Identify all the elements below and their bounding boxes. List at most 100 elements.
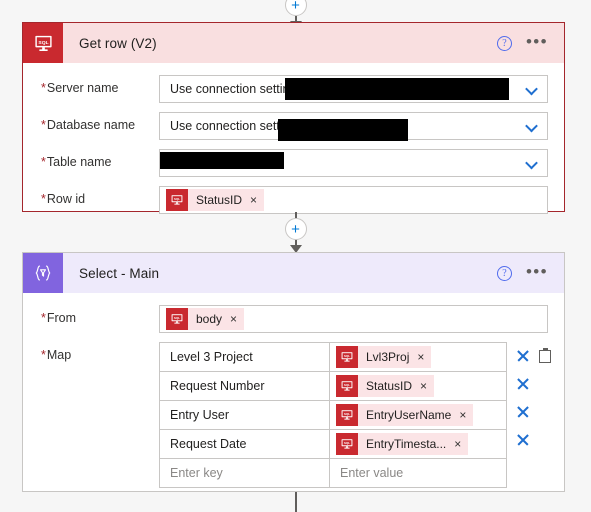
- connector-bottom: [0, 492, 591, 512]
- dynamic-content-token[interactable]: SQL EntryTimesta... ×: [336, 433, 469, 455]
- sql-token-icon: SQL: [166, 189, 188, 211]
- redaction-bar-server-name: [285, 78, 509, 100]
- sql-token-icon: SQL: [336, 375, 358, 397]
- token-label: Lvl3Proj: [366, 350, 410, 364]
- new-value-input[interactable]: Enter value: [330, 459, 506, 487]
- token-remove-icon[interactable]: ×: [420, 380, 427, 392]
- card-body-get-row-v2: *Server name Use connection setting *Dat…: [23, 63, 564, 214]
- add-step-button-middle[interactable]: +: [284, 218, 307, 240]
- required-asterisk: *: [41, 118, 46, 132]
- delete-row-icon[interactable]: [516, 433, 530, 447]
- delete-row-icon[interactable]: [516, 349, 530, 363]
- field-label-table-name: *Table name: [41, 155, 112, 169]
- map-row-actions: [516, 342, 551, 370]
- dynamic-content-token[interactable]: SQL StatusID ×: [336, 375, 435, 397]
- map-area: Level 3 Project SQL Lvl3Proj × Request N…: [159, 342, 551, 488]
- field-map: *Map Level 3 Project SQL Lvl3Proj × Requ…: [41, 342, 551, 488]
- svg-text:SQL: SQL: [344, 441, 350, 445]
- map-row[interactable]: Request Number SQL StatusID ×: [160, 372, 506, 401]
- svg-text:SQL: SQL: [344, 354, 350, 358]
- action-card-get-row-v2[interactable]: SQL Get row (V2) ? ••• *Server name Use …: [22, 22, 565, 214]
- token-remove-icon[interactable]: ×: [250, 194, 257, 206]
- dynamic-content-token[interactable]: SQL StatusID ×: [166, 189, 265, 211]
- field-control-table-name: [159, 149, 548, 177]
- field-control-database-name: Use connection settin: [159, 112, 548, 141]
- map-value-cell[interactable]: SQL EntryTimesta... ×: [330, 430, 506, 458]
- map-row-actions: [516, 426, 551, 454]
- add-step-button-top[interactable]: +: [284, 0, 307, 16]
- field-table-name: *Table name: [41, 149, 548, 177]
- svg-text:SQL: SQL: [174, 197, 180, 201]
- select-action-icon: [23, 253, 63, 293]
- dynamic-content-token[interactable]: SQL body ×: [166, 308, 245, 330]
- row-id-input[interactable]: SQL StatusID ×: [159, 186, 548, 214]
- plus-icon: +: [291, 220, 300, 238]
- card-header-select-main[interactable]: Select - Main ? •••: [23, 253, 564, 293]
- dynamic-content-token[interactable]: SQL EntryUserName ×: [336, 404, 474, 426]
- map-value-cell[interactable]: SQL StatusID ×: [330, 372, 506, 400]
- field-control-from: SQL body ×: [159, 305, 548, 333]
- sql-token-icon: SQL: [336, 433, 358, 455]
- from-input[interactable]: SQL body ×: [159, 305, 548, 333]
- new-key-input[interactable]: Enter key: [160, 459, 330, 487]
- required-asterisk: *: [41, 81, 46, 95]
- action-card-select-main[interactable]: Select - Main ? ••• *From SQL body × *Ma…: [22, 252, 565, 492]
- field-server-name: *Server name Use connection setting: [41, 75, 548, 103]
- sql-token-icon: SQL: [166, 308, 188, 330]
- field-control-server-name: Use connection setting: [159, 75, 548, 103]
- map-key-cell[interactable]: Request Number: [160, 372, 330, 400]
- map-row[interactable]: Entry User SQL EntryUserName ×: [160, 401, 506, 430]
- dynamic-content-token[interactable]: SQL Lvl3Proj ×: [336, 346, 432, 368]
- field-label-server-name: *Server name: [41, 81, 119, 95]
- token-remove-icon[interactable]: ×: [454, 438, 461, 450]
- drag-handle-icon[interactable]: [539, 347, 551, 363]
- chevron-down-icon: [527, 158, 538, 169]
- token-label: EntryTimesta...: [366, 437, 447, 451]
- ellipsis-menu-icon[interactable]: •••: [526, 33, 548, 50]
- card-title-get-row-v2: Get row (V2): [79, 35, 157, 51]
- plus-icon: +: [291, 0, 300, 14]
- map-key-cell[interactable]: Request Date: [160, 430, 330, 458]
- token-label: body: [196, 312, 223, 326]
- map-row-actions: [516, 370, 551, 398]
- map-row[interactable]: Request Date SQL EntryTimesta... ×: [160, 430, 506, 459]
- map-row-new[interactable]: Enter key Enter value: [160, 459, 506, 488]
- card-body-select-main: *From SQL body × *Map Level 3 Project SQ…: [23, 293, 564, 488]
- ellipsis-menu-icon[interactable]: •••: [526, 263, 548, 280]
- token-remove-icon[interactable]: ×: [459, 409, 466, 421]
- map-row[interactable]: Level 3 Project SQL Lvl3Proj ×: [160, 343, 506, 372]
- map-value-cell[interactable]: SQL EntryUserName ×: [330, 401, 506, 429]
- help-icon[interactable]: ?: [496, 265, 512, 281]
- sql-token-icon: SQL: [336, 346, 358, 368]
- token-label: StatusID: [196, 193, 243, 207]
- required-asterisk: *: [41, 311, 46, 325]
- connector-line: [294, 492, 297, 512]
- help-icon[interactable]: ?: [496, 35, 512, 51]
- token-remove-icon[interactable]: ×: [230, 313, 237, 325]
- map-value-cell[interactable]: SQL Lvl3Proj ×: [330, 343, 506, 371]
- map-key-cell[interactable]: Level 3 Project: [160, 343, 330, 371]
- field-from: *From SQL body ×: [41, 305, 548, 333]
- field-label-database-name: *Database name: [41, 118, 136, 132]
- map-key-cell[interactable]: Entry User: [160, 401, 330, 429]
- chevron-down-icon: [527, 121, 538, 132]
- delete-row-icon[interactable]: [516, 405, 530, 419]
- svg-text:SQL: SQL: [174, 316, 180, 320]
- delete-row-icon[interactable]: [516, 377, 530, 391]
- map-table: Level 3 Project SQL Lvl3Proj × Request N…: [159, 342, 507, 488]
- field-database-name: *Database name Use connection settin: [41, 112, 548, 141]
- card-header-get-row-v2[interactable]: SQL Get row (V2) ? •••: [23, 23, 564, 63]
- token-label: StatusID: [366, 379, 413, 393]
- map-row-actions: [516, 398, 551, 426]
- token-remove-icon[interactable]: ×: [417, 351, 424, 363]
- server-name-value: Use connection setting: [170, 82, 297, 96]
- svg-text:SQL: SQL: [344, 383, 350, 387]
- field-row-id: *Row id SQL StatusID ×: [41, 186, 548, 214]
- required-asterisk: *: [41, 348, 46, 362]
- chevron-down-icon: [527, 84, 538, 95]
- redaction-bar-table-name: [160, 152, 284, 169]
- field-label-row-id: *Row id: [41, 192, 86, 206]
- svg-text:SQL: SQL: [344, 412, 350, 416]
- svg-text:SQL: SQL: [38, 39, 48, 45]
- card-title-select-main: Select - Main: [79, 265, 160, 281]
